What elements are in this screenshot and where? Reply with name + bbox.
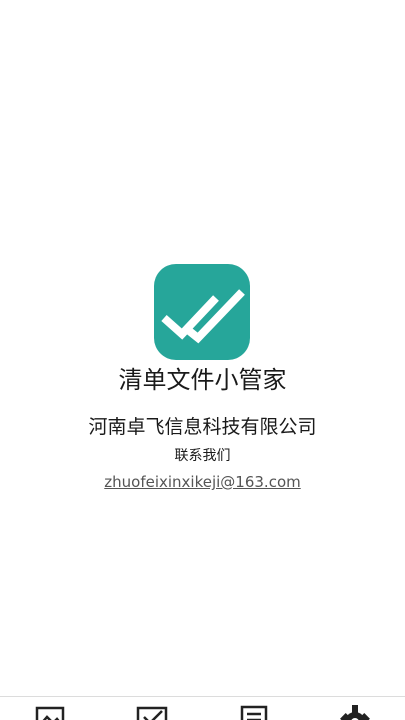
contact-email-link[interactable]: zhuofeixinxikeji@163.com <box>104 473 301 491</box>
bottom-nav <box>0 696 405 720</box>
nav-item-images[interactable] <box>34 705 68 720</box>
nav-item-settings[interactable] <box>338 705 372 720</box>
gear-icon <box>340 705 370 720</box>
contact-label: 联系我们 <box>174 448 231 464</box>
app-name: 清单文件小管家 <box>118 366 287 394</box>
checkbox-icon <box>136 706 168 720</box>
double-check-icon <box>161 289 245 344</box>
nav-item-documents[interactable] <box>238 705 272 720</box>
app-logo <box>154 264 250 360</box>
about-screen: 清单文件小管家 河南卓飞信息科技有限公司 联系我们 zhuofeixinxike… <box>0 0 405 720</box>
nav-item-checklist[interactable] <box>136 705 170 720</box>
image-icon <box>35 706 65 720</box>
document-icon <box>240 705 268 720</box>
email-link-row: zhuofeixinxikeji@163.com <box>0 472 405 492</box>
company-name: 河南卓飞信息科技有限公司 <box>88 416 317 438</box>
